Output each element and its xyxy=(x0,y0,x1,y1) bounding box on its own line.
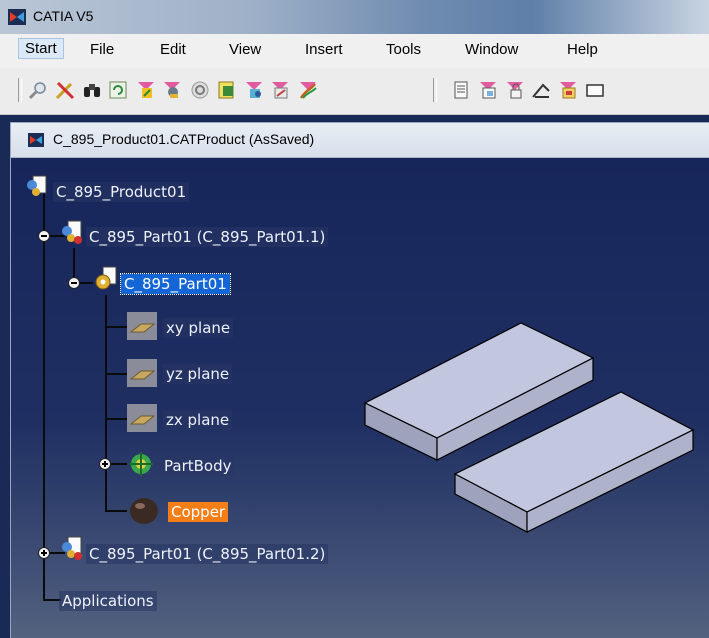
document-title-bar[interactable]: C_895_Product01.CATProduct (AsSaved) xyxy=(11,123,709,158)
catalog-icon[interactable] xyxy=(217,80,237,100)
catia-logo-icon xyxy=(8,9,26,25)
part-body-icon[interactable] xyxy=(127,450,155,478)
tree-node-part-instance-1[interactable]: C_895_Part01 (C_895_Part01.1) xyxy=(86,227,329,247)
product-document-window: C_895_Product01.CATProduct (AsSaved) C_8… xyxy=(10,122,709,638)
tree-connector xyxy=(43,190,45,600)
window-icon[interactable] xyxy=(478,80,498,100)
analysis-icon[interactable] xyxy=(558,80,578,100)
part-icon[interactable] xyxy=(93,266,119,294)
menu-insert[interactable]: Insert xyxy=(305,41,343,58)
part-geometry-3d[interactable] xyxy=(351,308,701,548)
toolbar xyxy=(0,68,709,115)
collapse-toggle[interactable] xyxy=(68,277,80,289)
3d-viewport[interactable]: C_895_Product01 C_895_Part01 (C_895_Part… xyxy=(11,158,709,638)
catia-logo-icon xyxy=(28,133,44,147)
menu-file[interactable]: File xyxy=(90,41,114,58)
user-icon[interactable] xyxy=(162,80,182,100)
tree-connector xyxy=(105,326,127,328)
plane-icon[interactable] xyxy=(127,359,157,387)
tree-node-root-product[interactable]: C_895_Product01 xyxy=(53,182,190,202)
tree-node-part-instance-2[interactable]: C_895_Part01 (C_895_Part01.2) xyxy=(86,544,329,564)
expand-toggle[interactable] xyxy=(99,458,111,470)
publication-icon[interactable] xyxy=(244,80,264,100)
tree-node-applications[interactable]: Applications xyxy=(59,591,157,611)
tree-node-yz-plane[interactable]: yz plane xyxy=(163,364,233,384)
sketch-icon[interactable] xyxy=(298,80,318,100)
part-instance-icon[interactable] xyxy=(59,220,85,246)
measure-icon[interactable] xyxy=(136,80,156,100)
knowledge-icon[interactable] xyxy=(270,80,290,100)
binoculars-icon[interactable] xyxy=(82,80,102,100)
expand-toggle[interactable] xyxy=(38,547,50,559)
menu-help[interactable]: Help xyxy=(567,41,598,58)
capture-icon[interactable] xyxy=(190,80,210,100)
product-icon[interactable] xyxy=(25,175,49,199)
tools-icon[interactable] xyxy=(55,80,75,100)
menu-view[interactable]: View xyxy=(229,41,261,58)
document-icon[interactable] xyxy=(451,80,471,100)
lock-icon[interactable] xyxy=(505,80,525,100)
refresh-icon[interactable] xyxy=(108,80,128,100)
tree-connector xyxy=(105,510,127,512)
menu-tools[interactable]: Tools xyxy=(386,41,421,58)
frame-icon[interactable] xyxy=(585,80,605,100)
tree-connector xyxy=(105,418,127,420)
collapse-toggle[interactable] xyxy=(38,230,50,242)
constraint-icon[interactable] xyxy=(531,80,551,100)
tree-node-part[interactable]: C_895_Part01 xyxy=(120,273,231,295)
toolbar-grip-2[interactable] xyxy=(433,78,437,102)
menu-bar: Start File Edit View Insert Tools Window… xyxy=(0,34,709,69)
tree-node-xy-plane[interactable]: xy plane xyxy=(163,318,234,338)
title-bar: CATIA V5 xyxy=(0,0,709,35)
menu-edit[interactable]: Edit xyxy=(160,41,186,58)
tree-node-zx-plane[interactable]: zx plane xyxy=(163,410,233,430)
magnifier-icon[interactable] xyxy=(28,80,48,100)
toolbar-grip[interactable] xyxy=(18,78,22,102)
tree-connector xyxy=(105,373,127,375)
tree-node-part-body[interactable]: PartBody xyxy=(161,456,235,476)
plane-icon[interactable] xyxy=(127,404,157,432)
tree-node-material-copper[interactable]: Copper xyxy=(168,502,229,522)
menu-start[interactable]: Start xyxy=(18,38,64,59)
plane-icon[interactable] xyxy=(127,312,157,340)
window-title: CATIA V5 xyxy=(33,8,94,24)
menu-window[interactable]: Window xyxy=(465,41,518,58)
document-title: C_895_Product01.CATProduct (AsSaved) xyxy=(53,131,315,147)
material-sphere-icon[interactable] xyxy=(129,497,159,525)
part-instance-icon[interactable] xyxy=(59,536,85,562)
